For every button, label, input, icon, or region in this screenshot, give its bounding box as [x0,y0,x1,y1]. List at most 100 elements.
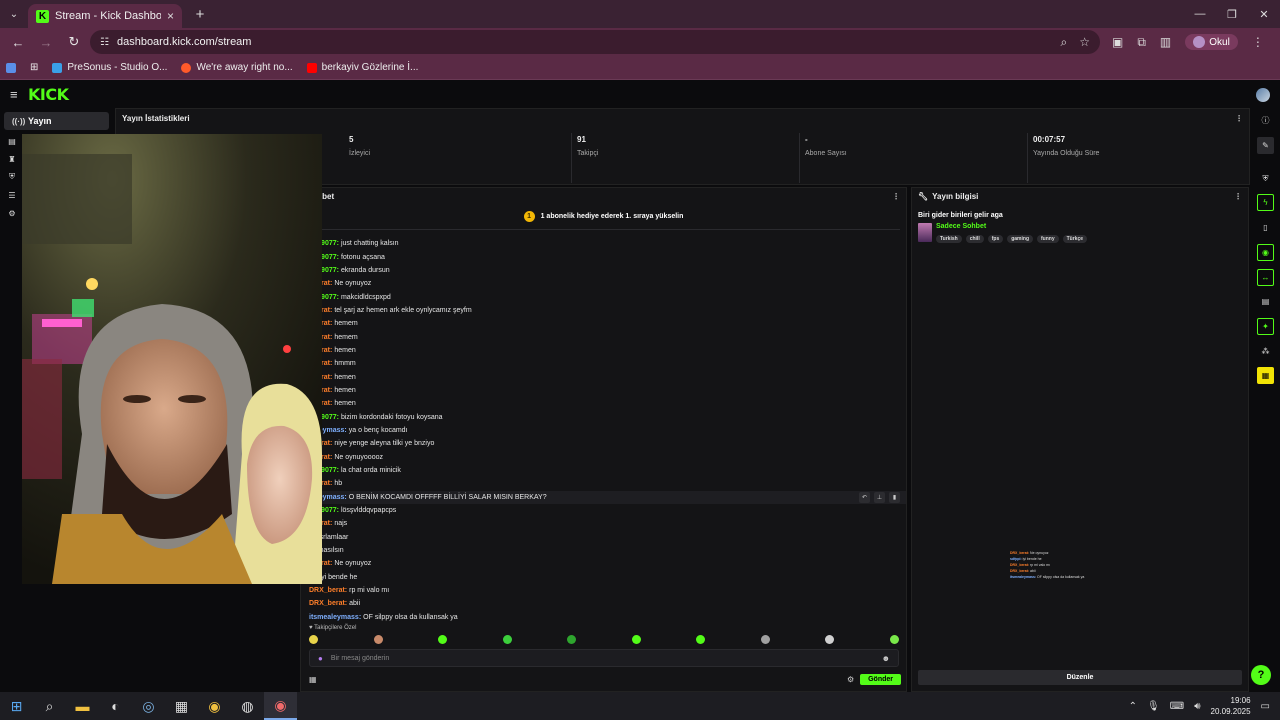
network-icon[interactable]: ⌨ [1170,701,1184,712]
chat-message[interactable]: ad19077: just chatting kalsın [301,237,906,250]
emote-icon[interactable] [502,635,512,644]
chat-message[interactable]: _berat: Ne oynuyoz [301,557,906,570]
emote-icon[interactable] [567,635,577,644]
emote-icon[interactable] [760,635,770,644]
close-window-icon[interactable]: ✕ [1248,8,1280,21]
reply-icon[interactable]: ↶ [859,491,870,503]
zoom-magnifier-icon[interactable]: ⌕ [1061,35,1068,50]
wrench-icon[interactable]: ✦ [1257,318,1274,335]
edit-button[interactable]: Düzenle [918,670,1242,685]
chat-message[interactable]: itsmealeymass: OF silppy olsa da kullans… [301,611,906,622]
browser-tab-kick-dashboard[interactable]: K Stream - Kick Dashboard × [28,4,182,28]
chat-message[interactable]: _berat: Ne oynuyoz [301,277,906,290]
pencil-icon[interactable]: ✎ [1257,137,1274,154]
restore-icon[interactable]: ❐ [1216,8,1248,21]
people-icon[interactable]: ⁂ [1257,343,1274,360]
site-info-icon[interactable]: ☷ [100,37,109,48]
shield-icon[interactable]: ⛨ [1257,170,1274,187]
microphone-icon[interactable]: ● [318,654,323,663]
bookmark-star-icon[interactable]: ☆ [1079,35,1090,50]
chat-message[interactable]: _berat: hemen [301,397,906,410]
forward-arrow-icon[interactable]: → [34,35,58,50]
chat-message[interactable]: pi: srlamlaar [301,531,906,544]
chat-message[interactable]: ad19077: ekranda dursun [301,264,906,277]
profile-button[interactable]: Okul [1185,34,1238,50]
chat-message[interactable]: _berat: tel şarj az hemen ark ekle oynly… [301,304,906,317]
tag-chip[interactable]: Turkish [936,235,962,243]
user-avatar[interactable] [1256,87,1270,102]
chat-message[interactable]: pi: iyi bende he [301,571,906,584]
chat-message[interactable]: _berat: hemen [301,344,906,357]
tab-search-chevron-icon[interactable]: ⌄ [0,0,28,28]
app-icon[interactable]: ◐ [99,692,132,720]
chat-message-list[interactable]: ad19077: just chatting kalsın ad19077: fo… [301,237,906,622]
back-arrow-icon[interactable]: ← [6,35,30,50]
clipboard-icon[interactable]: ▯ [1257,219,1274,236]
clock[interactable]: 19:06 20.09.2025 [1211,695,1251,717]
tag-chip[interactable]: chill [965,235,984,243]
chat-message[interactable]: _berat: hemen [301,384,906,397]
calendar-icon[interactable]: ▦ [1257,367,1274,384]
chat-message[interactable]: ealeymass: O BENİM KOCAMDI OFFFFF BİLLİY… [301,490,906,504]
chat-username[interactable]: DRX_berat: [309,600,347,607]
chat-username[interactable]: itsmealeymass: [309,614,361,621]
bookmark-reddit[interactable]: We're away right no... [181,62,293,73]
chat-more-kebab-icon[interactable]: ⋮ [892,192,900,201]
tray-chevron-icon[interactable]: ⌃ [1129,701,1137,712]
side-panel-icon[interactable]: ▥ [1160,35,1171,49]
address-bar[interactable]: ☷ dashboard.kick.com/stream ⌕ ☆ [90,30,1100,54]
volume-icon[interactable]: 🔊︎ [1194,701,1200,712]
chat-message[interactable]: _berat: hmmm [301,357,906,370]
chat-message[interactable]: _berat: Ne oynuyooooz [301,451,906,464]
info-more-kebab-icon[interactable]: ⋮ [1234,192,1242,201]
tag-chip[interactable]: gaming [1007,235,1033,243]
hamburger-menu-icon[interactable]: ≡ [10,87,28,102]
chat-message[interactable]: ad19077: lösşvlddqvpapcps [301,504,906,517]
stats-more-kebab-icon[interactable]: ⋮ [1235,114,1243,123]
bookmark-youtube[interactable]: berkayiv Gözlerine İ... [306,62,418,73]
emote-icon[interactable] [889,635,899,644]
chrome-icon[interactable]: ◉ [198,692,231,720]
chat-message[interactable]: ad19077: la chat orda minicik [301,464,906,477]
notification-icon[interactable]: ▭ [1261,701,1270,712]
chat-message[interactable]: pi: nasılsın [301,544,906,557]
emoji-picker-icon[interactable]: ☻ [882,654,890,663]
chat-message[interactable]: ad19077: fotonu açsana [301,250,906,263]
tag-chip[interactable]: Türkçe [1062,235,1088,243]
chat-message[interactable]: _berat: hemen [301,370,906,383]
chat-message[interactable]: _berat: hb [301,477,906,490]
chat-message[interactable]: ad19077: bizim kordondaki fotoyu koysana [301,410,906,423]
emote-icon[interactable] [438,635,448,644]
send-button[interactable]: Gönder [860,673,901,685]
browser-menu-kebab-icon[interactable]: ⋮ [1252,35,1264,49]
tab-close-icon[interactable]: × [167,9,174,23]
emote-icon[interactable] [825,635,835,644]
chat-message[interactable]: DRX_berat: rp mi valo mı [301,584,906,597]
obs-icon[interactable]: ◍ [231,692,264,720]
windows-start-icon[interactable]: ⊞ [0,692,33,720]
pin-icon[interactable]: ⊥ [874,491,885,503]
file-explorer-icon[interactable]: ▬ [66,692,99,720]
chat-message[interactable]: _berat: najs [301,517,906,530]
minimize-icon[interactable]: — [1184,8,1216,21]
broadcast-icon[interactable]: ↔ [1257,269,1274,286]
steam-icon[interactable]: ◎ [132,692,165,720]
pinned-gift-banner[interactable]: 1 1 abonelik hediye ederek 1. sıraya yük… [307,204,900,230]
chat-message[interactable]: ad19077: makcidldcspxpd [301,290,906,303]
emote-icon[interactable] [631,635,641,644]
tag-chip[interactable]: fps [987,235,1004,243]
chat-tools-icon[interactable]: ▦ [309,675,317,684]
chat-username[interactable]: DRX_berat: [309,587,347,594]
chrome-active-icon[interactable]: ◉ [264,692,297,720]
search-icon[interactable]: ⌕ [33,692,66,720]
chat-message[interactable]: _berat: hemem [301,330,906,343]
info-circle-icon[interactable]: ⓘ [1257,112,1274,129]
emote-icon[interactable] [373,635,383,644]
category-name[interactable]: Sadece Sohbet [936,223,1087,230]
sidebar-item-stream[interactable]: ((·)) Yayın [4,112,109,130]
extension-icon[interactable]: ▣ [1112,35,1123,49]
bookmark-square-icon[interactable] [6,62,16,73]
reload-icon[interactable]: ↻ [62,34,86,50]
emote-icon[interactable] [696,635,706,644]
chat-message[interactable]: ealeymass: ya o benç kocamdı [301,424,906,437]
